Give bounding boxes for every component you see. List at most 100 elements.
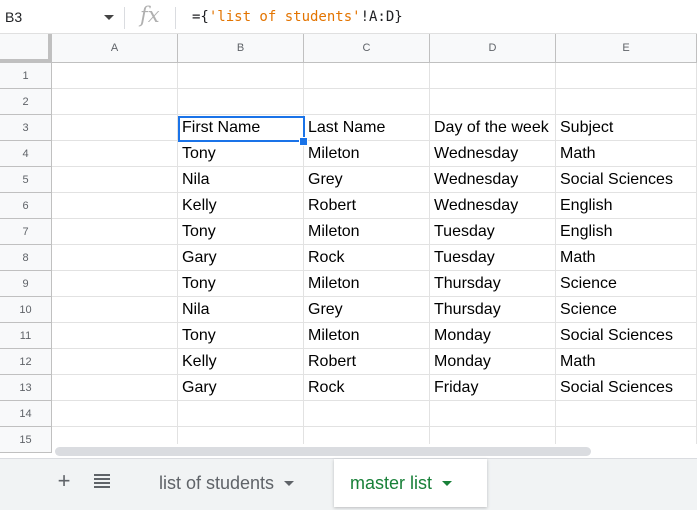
cell-e5[interactable]: Social Sciences (556, 167, 697, 193)
row-header-7[interactable]: 7 (0, 219, 52, 245)
row-header-6[interactable]: 6 (0, 193, 52, 219)
cell-e12[interactable]: Math (556, 349, 697, 375)
cell-e3[interactable]: Subject (556, 115, 697, 141)
select-all-corner[interactable] (0, 34, 52, 63)
cell-c13[interactable]: Rock (304, 375, 430, 401)
cell-b6[interactable]: Kelly (178, 193, 304, 219)
cell-a4[interactable] (52, 141, 178, 167)
cell-b1[interactable] (178, 63, 304, 89)
cell-d10[interactable]: Thursday (430, 297, 556, 323)
cell-c7[interactable]: Mileton (304, 219, 430, 245)
menu-list-icon[interactable] (94, 474, 110, 488)
cell-d13[interactable]: Friday (430, 375, 556, 401)
cell-e2[interactable] (556, 89, 697, 115)
cell-c3[interactable]: Last Name (304, 115, 430, 141)
cell-b12[interactable]: Kelly (178, 349, 304, 375)
chevron-down-icon[interactable] (104, 15, 114, 20)
name-box[interactable]: B3 (5, 9, 22, 25)
cell-e8[interactable]: Math (556, 245, 697, 271)
cell-a12[interactable] (52, 349, 178, 375)
cell-c10[interactable]: Grey (304, 297, 430, 323)
column-header-b[interactable]: B (178, 34, 304, 63)
cell-d11[interactable]: Monday (430, 323, 556, 349)
cell-b7[interactable]: Tony (178, 219, 304, 245)
cell-e6[interactable]: English (556, 193, 697, 219)
cell-a6[interactable] (52, 193, 178, 219)
row-header-13[interactable]: 13 (0, 375, 52, 401)
cell-e10[interactable]: Science (556, 297, 697, 323)
column-header-d[interactable]: D (430, 34, 556, 63)
row-header-2[interactable]: 2 (0, 89, 52, 115)
cell-e11[interactable]: Social Sciences (556, 323, 697, 349)
cell-c8[interactable]: Rock (304, 245, 430, 271)
caret-down-icon[interactable] (442, 480, 453, 486)
column-header-e[interactable]: E (556, 34, 697, 63)
cell-b13[interactable]: Gary (178, 375, 304, 401)
row-header-10[interactable]: 10 (0, 297, 52, 323)
cell-b5[interactable]: Nila (178, 167, 304, 193)
cell-a13[interactable] (52, 375, 178, 401)
cell-d3[interactable]: Day of the week (430, 115, 556, 141)
row-header-15[interactable]: 15 (0, 427, 52, 453)
tab-master-list[interactable]: master list (334, 459, 487, 507)
cell-c2[interactable] (304, 89, 430, 115)
cell-a14[interactable] (52, 401, 178, 427)
row-header-4[interactable]: 4 (0, 141, 52, 167)
cell-b9[interactable]: Tony (178, 271, 304, 297)
row-header-14[interactable]: 14 (0, 401, 52, 427)
cell-d12[interactable]: Monday (430, 349, 556, 375)
cell-b8[interactable]: Gary (178, 245, 304, 271)
cell-b4[interactable]: Tony (178, 141, 304, 167)
cell-b14[interactable] (178, 401, 304, 427)
cell-d9[interactable]: Thursday (430, 271, 556, 297)
cell-c11[interactable]: Mileton (304, 323, 430, 349)
cell-a2[interactable] (52, 89, 178, 115)
cell-a10[interactable] (52, 297, 178, 323)
row-header-3[interactable]: 3 (0, 115, 52, 141)
cell-b10[interactable]: Nila (178, 297, 304, 323)
row-header-9[interactable]: 9 (0, 271, 52, 297)
cell-c14[interactable] (304, 401, 430, 427)
cell-b2[interactable] (178, 89, 304, 115)
cell-e14[interactable] (556, 401, 697, 427)
cell-e1[interactable] (556, 63, 697, 89)
cell-a8[interactable] (52, 245, 178, 271)
cell-a7[interactable] (52, 219, 178, 245)
cell-d7[interactable]: Tuesday (430, 219, 556, 245)
column-header-a[interactable]: A (52, 34, 178, 63)
cell-e7[interactable]: English (556, 219, 697, 245)
cell-c9[interactable]: Mileton (304, 271, 430, 297)
cell-b3[interactable]: First Name (178, 115, 304, 141)
cell-d8[interactable]: Tuesday (430, 245, 556, 271)
cell-d2[interactable] (430, 89, 556, 115)
cell-d6[interactable]: Wednesday (430, 193, 556, 219)
cell-a5[interactable] (52, 167, 178, 193)
cell-c12[interactable]: Robert (304, 349, 430, 375)
caret-down-icon[interactable] (284, 480, 295, 486)
row-header-5[interactable]: 5 (0, 167, 52, 193)
cell-e13[interactable]: Social Sciences (556, 375, 697, 401)
formula-input[interactable]: ={'list of students'!A:D} (192, 9, 403, 25)
cell-c4[interactable]: Mileton (304, 141, 430, 167)
row-header-1[interactable]: 1 (0, 63, 52, 89)
row-header-12[interactable]: 12 (0, 349, 52, 375)
cell-c5[interactable]: Grey (304, 167, 430, 193)
fill-handle[interactable] (299, 137, 308, 146)
cell-e4[interactable]: Math (556, 141, 697, 167)
row-header-11[interactable]: 11 (0, 323, 52, 349)
cell-d14[interactable] (430, 401, 556, 427)
plus-icon[interactable]: + (55, 470, 73, 492)
tab-list-of-students[interactable]: list of students (143, 459, 333, 507)
cell-c6[interactable]: Robert (304, 193, 430, 219)
cell-c1[interactable] (304, 63, 430, 89)
row-header-8[interactable]: 8 (0, 245, 52, 271)
column-header-c[interactable]: C (304, 34, 430, 63)
cell-d5[interactable]: Wednesday (430, 167, 556, 193)
cell-b11[interactable]: Tony (178, 323, 304, 349)
cell-a11[interactable] (52, 323, 178, 349)
cell-a3[interactable] (52, 115, 178, 141)
cell-d4[interactable]: Wednesday (430, 141, 556, 167)
cell-a1[interactable] (52, 63, 178, 89)
scrollbar-thumb[interactable] (55, 447, 591, 456)
cell-a9[interactable] (52, 271, 178, 297)
